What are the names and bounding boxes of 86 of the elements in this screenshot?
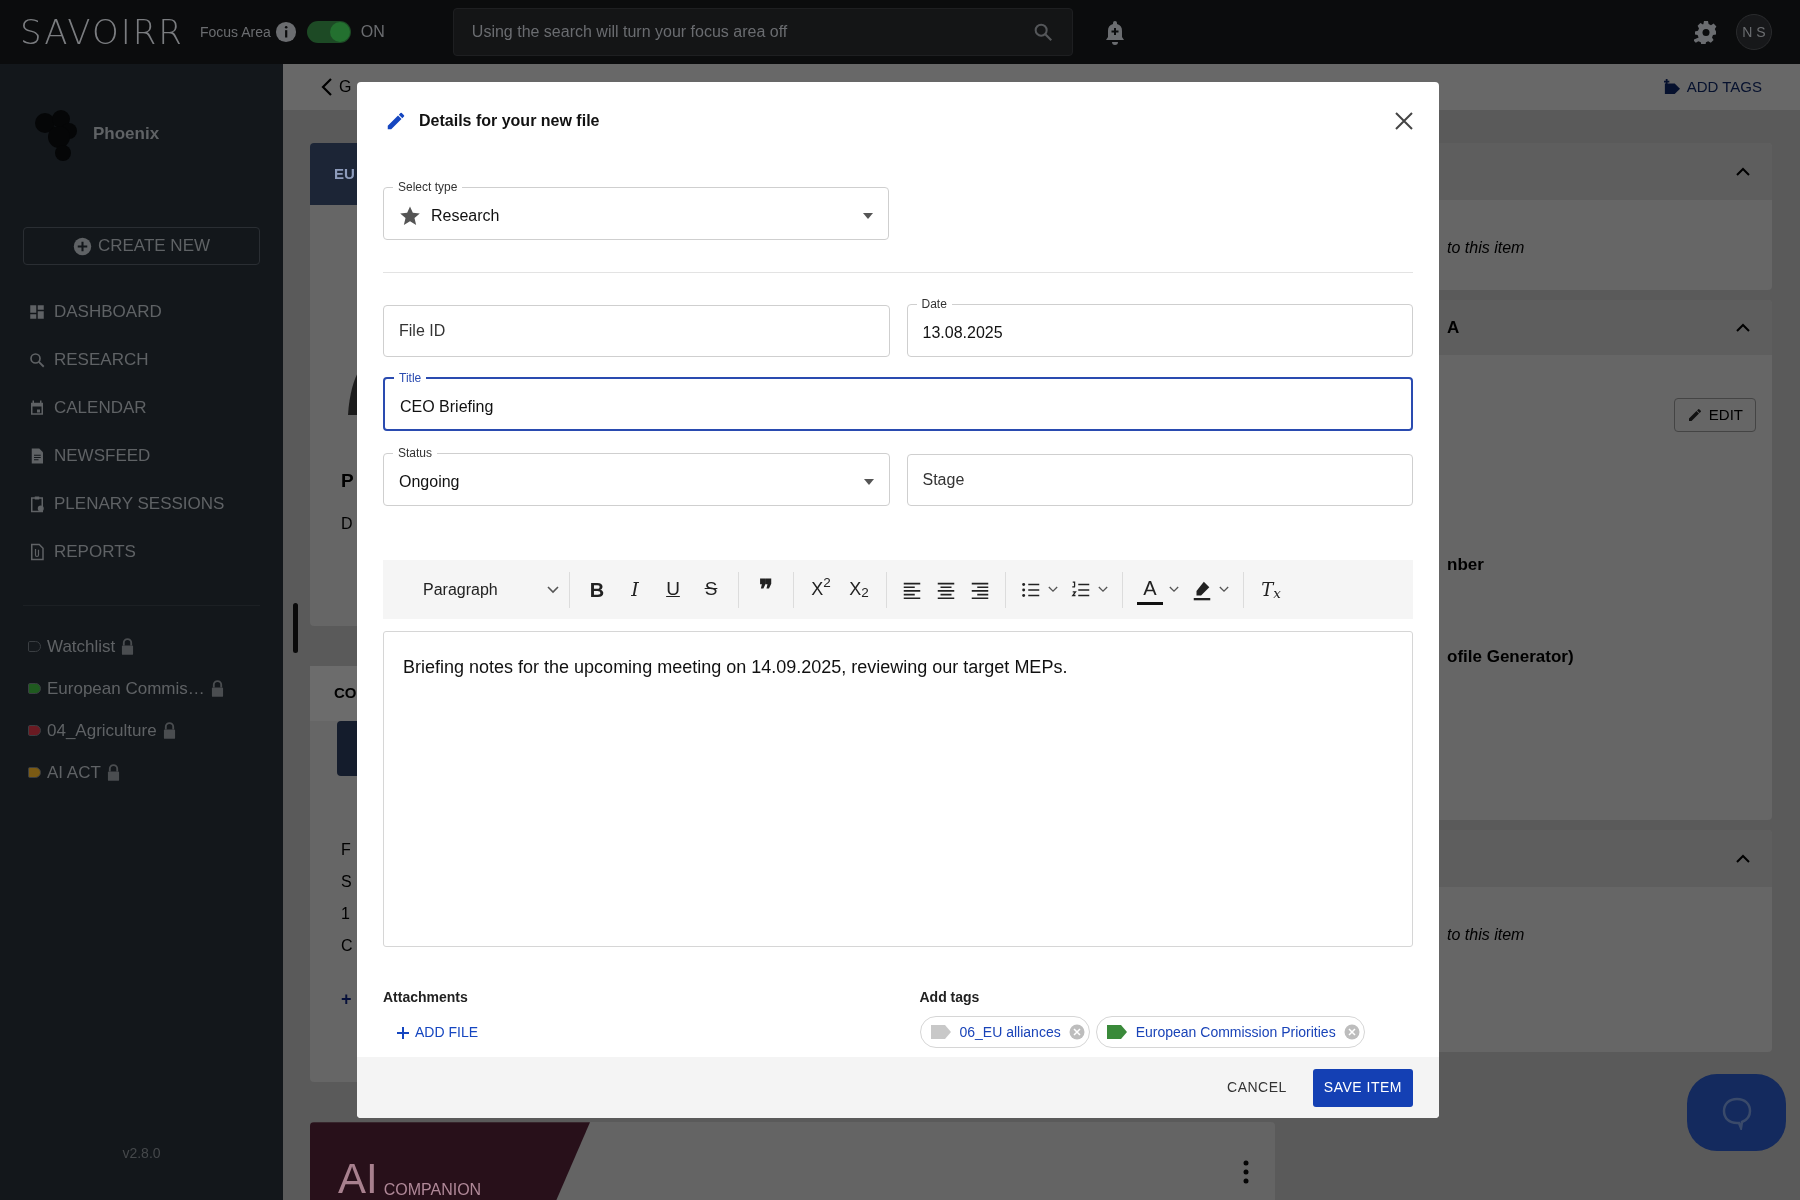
chat-bubble-icon (1720, 1095, 1753, 1130)
stage-input[interactable]: Stage (922, 468, 1397, 492)
section-label: Attachments (383, 988, 469, 1007)
chevron-down-icon[interactable] (1048, 586, 1058, 593)
scrollbar-thumb[interactable] (293, 603, 298, 653)
chevron-up-icon[interactable] (1736, 167, 1750, 176)
subscript-button[interactable]: X$_{2}$ (846, 574, 872, 605)
card-text: 1 (341, 904, 350, 925)
settings-icon[interactable] (1694, 20, 1718, 44)
section-label: Add tags (919, 988, 981, 1007)
clear-button[interactable]: T$_{x}$ (1258, 574, 1284, 605)
card-text: S (341, 872, 352, 893)
status-select[interactable]: Status Ongoing (383, 445, 890, 506)
text-editor[interactable]: Briefing notes for the upcoming meeting on 14.09.2025, reviewing our target MEPs. (383, 631, 1413, 947)
banner-logo-text: COMPANION (383, 1182, 482, 1198)
logo: SAVOIRR (20, 15, 185, 49)
field-label: Select type (397, 179, 459, 195)
file-id-input[interactable]: File ID (399, 319, 874, 343)
chevron-down-icon[interactable] (1169, 586, 1179, 593)
field-label: Date (920, 296, 948, 312)
type-value[interactable]: Research (431, 204, 863, 228)
editor-paragraph: Briefing notes for the upcoming meeting on 14.09.2025, reviewing our target MEPs. (403, 656, 1069, 679)
close-icon[interactable] (1395, 112, 1413, 130)
date-input[interactable]: 13.08.2025 (922, 321, 1397, 345)
info-icon (274, 21, 297, 43)
banner-logo-text: AI (338, 1158, 378, 1200)
paragraph-style-dropdown[interactable]: Paragraph (421, 569, 561, 610)
section-title: CO (334, 683, 357, 704)
breadcrumb-text: G (339, 77, 352, 97)
cancel-button[interactable]: CANCEL (1219, 1068, 1295, 1107)
field-label: Status (397, 445, 434, 461)
plus-circle-icon (72, 236, 92, 256)
dropdown-caret-icon (863, 213, 873, 219)
underline-button[interactable]: U (660, 574, 686, 605)
field-label: Title (398, 370, 423, 386)
detail-text: ofile Generator) (1447, 645, 1574, 668)
focus-toggle[interactable] (306, 21, 351, 43)
search-icon (28, 350, 46, 370)
chat-button[interactable] (1687, 1074, 1786, 1151)
title-field[interactable]: Title CEO Briefing (383, 370, 1413, 431)
dropdown-caret-icon (863, 479, 874, 485)
toggle-state-label: ON (360, 22, 385, 42)
dialog-title: Details for your new file (419, 111, 600, 131)
chevron-down-icon (547, 585, 559, 594)
title-input[interactable]: CEO Briefing (400, 394, 1396, 419)
status-value[interactable]: Ongoing (399, 470, 864, 494)
date-field[interactable]: Date 13.08.2025 (906, 296, 1413, 357)
card-heading: P (341, 469, 354, 493)
workspace-name: Phoenix (93, 123, 160, 146)
more-vertical-icon[interactable] (1243, 1160, 1249, 1185)
card-text: F (341, 840, 351, 861)
edit-button[interactable]: EDIT (1673, 398, 1756, 432)
dashboard-icon (28, 302, 46, 322)
plus-icon (397, 1026, 409, 1039)
empty-state-text: to this item (1447, 238, 1525, 258)
add-file-button[interactable]: ADD FILE (397, 1022, 478, 1043)
chevron-down-icon[interactable] (1098, 586, 1108, 593)
search-field[interactable]: Using the search will turn your focus area off (452, 8, 1073, 56)
strike-button[interactable]: S (698, 574, 724, 605)
file-id-field[interactable]: File ID (383, 305, 890, 357)
card-header-title: EU (334, 163, 355, 184)
card-text: C (341, 936, 353, 957)
chevron-up-icon[interactable] (1736, 323, 1750, 332)
type-select[interactable]: Select type Research (383, 179, 889, 240)
empty-state-text: to this item (1447, 925, 1525, 945)
detail-text: nber (1447, 554, 1484, 576)
bold-button[interactable]: B (584, 574, 610, 605)
chevron-down-icon[interactable] (1219, 586, 1229, 593)
panel-title: A (1447, 316, 1460, 339)
tag-icon (1662, 79, 1681, 95)
back-chevron-icon[interactable] (321, 77, 333, 97)
card-text: D (341, 513, 353, 534)
star-icon (399, 205, 421, 227)
font-color-button[interactable]: A (1137, 574, 1163, 605)
clipboard-icon (28, 494, 46, 514)
save-button[interactable]: SAVE ITEM (1312, 1068, 1413, 1107)
focus-area-label: Focus Area (200, 22, 271, 42)
calendar-icon (28, 398, 46, 418)
chevron-up-icon[interactable] (1736, 854, 1750, 863)
search-input[interactable]: Using the search will turn your focus area off (471, 20, 1032, 44)
superscript-button[interactable]: X$^{2}$ (808, 574, 834, 605)
quote-button[interactable]: ❞ (753, 574, 779, 605)
attachment-icon (28, 542, 46, 562)
italic-button[interactable]: I (622, 574, 648, 605)
pencil-icon (1686, 407, 1703, 423)
stage-field[interactable]: Stage (906, 454, 1413, 506)
